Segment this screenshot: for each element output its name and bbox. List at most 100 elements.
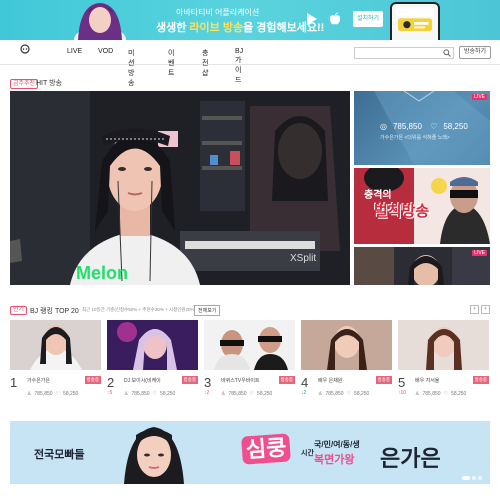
views-icon: ♙ bbox=[318, 391, 323, 397]
rank-card[interactable]: 2 ↑5 DJ 보이시(비케이 방송중 ♙ 785,850 ♡ 58,250 bbox=[107, 320, 198, 400]
rank-card-thumbnail bbox=[10, 320, 101, 370]
rank-views: 785,850 bbox=[228, 391, 247, 397]
side1-views: 785,850 bbox=[392, 122, 422, 131]
rank-views: 785,850 bbox=[34, 391, 53, 397]
heart-icon: ♡ bbox=[249, 391, 255, 397]
nav-mission[interactable]: 미션방송 bbox=[128, 48, 134, 88]
rank-delta: ↑5 bbox=[107, 390, 113, 396]
heart-icon: ♡ bbox=[346, 391, 352, 397]
nav-event[interactable]: 이벤트 bbox=[168, 48, 174, 78]
views-icon: ♙ bbox=[415, 391, 420, 397]
rank-delta: ↑10 bbox=[398, 390, 407, 396]
rank-stats: ♙ 785,850 ♡ 58,250 bbox=[27, 391, 81, 397]
rank-number: 1 bbox=[10, 375, 18, 390]
ranking-title: BJ 랭킹 TOP 20 bbox=[30, 308, 79, 315]
next-arrow-icon[interactable]: › bbox=[481, 305, 490, 314]
on-air-badge: 방송중 bbox=[84, 376, 101, 384]
app-promo-banner[interactable]: 아바타티비 어플리케이션 생생한 라이브 방송을 경험해보세요!! 설치하기 bbox=[0, 0, 500, 40]
promo-girl-image bbox=[74, 3, 126, 40]
rank-card[interactable]: 5 ↑10 배우 지서율 방송중 ♙ 785,850 ♡ 58,250 bbox=[398, 320, 489, 400]
apple-icon[interactable] bbox=[328, 12, 342, 26]
side2-title1: 충격의 bbox=[364, 190, 392, 201]
heart-icon: ♡ bbox=[443, 391, 449, 397]
rank-stats: ♙ 785,850 ♡ 58,250 bbox=[318, 391, 372, 397]
pager-dot[interactable] bbox=[462, 476, 470, 480]
rank-delta: ↑2 bbox=[204, 390, 210, 396]
side1-caption: 가수은가은 <더위를 식혀줄 노래> bbox=[380, 135, 450, 141]
ranking-header: 인기 BJ 랭킹 TOP 20 최근 10일간 기준(신청수50% + 추천수3… bbox=[10, 304, 490, 318]
main-hit-video[interactable]: XSplit Melon bbox=[10, 91, 350, 285]
eye-icon: ◎ bbox=[380, 122, 387, 131]
nav-shop[interactable]: 충전샵 bbox=[202, 48, 208, 78]
avatatv-logo-icon[interactable] bbox=[14, 44, 44, 62]
banner-sub: 복면가왕 bbox=[314, 454, 355, 466]
bj-name: 배우 지서율 bbox=[415, 378, 440, 384]
on-air-badge: 방송중 bbox=[472, 376, 489, 384]
search-input[interactable] bbox=[354, 47, 454, 59]
rank-views: 785,850 bbox=[131, 391, 150, 397]
heart-icon: ♡ bbox=[55, 391, 61, 397]
side1-likes: 58,250 bbox=[443, 122, 468, 131]
promo-line1: 아바타티비 어플리케이션 bbox=[176, 8, 260, 17]
phone-mockup-image bbox=[390, 2, 440, 40]
views-icon: ♙ bbox=[124, 391, 129, 397]
rank-card-thumbnail bbox=[398, 320, 489, 370]
nav-bj-guide[interactable]: BJ가이드 bbox=[235, 48, 243, 85]
rank-likes: 58,250 bbox=[257, 391, 273, 397]
prev-arrow-icon[interactable]: ‹ bbox=[470, 305, 479, 314]
search-icon[interactable] bbox=[443, 49, 451, 57]
google-play-icon[interactable] bbox=[305, 12, 319, 26]
view-all-button[interactable]: 전체보기 bbox=[194, 305, 221, 316]
rank-likes: 58,250 bbox=[63, 391, 79, 397]
rank-number: 5 bbox=[398, 375, 406, 390]
rank-card[interactable]: 4 ↓2 배우 은채원 방송중 ♙ 785,850 ♡ 58,250 bbox=[301, 320, 392, 400]
rank-card[interactable]: 1 가수은가은 방송중 ♙ 785,850 ♡ 58,250 bbox=[10, 320, 101, 400]
promo-banner-bottom[interactable]: 전국모빠들 심쿵 시간 국/민/여/동/생 복면가왕 은가은 bbox=[10, 421, 490, 484]
bj-name: 가수은가은 bbox=[27, 378, 51, 384]
ranking-desc: 최근 10일간 기준(신청수50% + 추천수30% + 시청인원20%) bbox=[82, 307, 197, 312]
rank-likes: 58,250 bbox=[451, 391, 467, 397]
side2-title2: 벌칙방송 bbox=[374, 203, 430, 220]
rank-number: 3 bbox=[204, 375, 212, 390]
pager-dot[interactable] bbox=[478, 476, 482, 480]
on-air-badge: 방송중 bbox=[278, 376, 295, 384]
ranking-tag: 인기 bbox=[10, 306, 28, 315]
side-video-2[interactable]: 충격의 벌칙방송 bbox=[354, 168, 490, 244]
rank-likes: 58,250 bbox=[354, 391, 370, 397]
rank-stats: ♙ 785,850 ♡ 58,250 bbox=[221, 391, 275, 397]
install-button[interactable]: 설치하기 bbox=[353, 11, 383, 27]
banner-tags: 국/민/여/동/생 bbox=[314, 440, 360, 449]
banner-sigan: 시간 bbox=[301, 450, 314, 457]
on-air-badge: 방송중 bbox=[375, 376, 392, 384]
rank-views: 785,850 bbox=[422, 391, 441, 397]
views-icon: ♙ bbox=[27, 391, 32, 397]
live-badge: LIVE bbox=[472, 250, 487, 256]
banner-singkung: 심쿵 bbox=[241, 433, 292, 465]
rank-card-thumbnail bbox=[301, 320, 392, 370]
bj-name: DJ 보이시(비케이 bbox=[124, 378, 161, 384]
live-badge: LIVE bbox=[472, 94, 487, 100]
rank-card-thumbnail bbox=[107, 320, 198, 370]
melon-watermark: Melon bbox=[76, 263, 128, 283]
hit-title: HIT 방송 bbox=[36, 80, 62, 87]
nav-live[interactable]: LIVE bbox=[67, 48, 82, 55]
main-video-thumbnail: XSplit bbox=[10, 91, 350, 285]
rank-delta: ↓2 bbox=[301, 390, 307, 396]
rank-card[interactable]: 3 ↑2 바퀴스TV우바이트 방송중 ♙ 785,850 ♡ 58,250 bbox=[204, 320, 295, 400]
promo-line2: 생생한 라이브 방송을 경험해보세요!! bbox=[156, 22, 325, 34]
rank-number: 4 bbox=[301, 375, 309, 390]
ranking-arrows: ‹ › bbox=[470, 305, 490, 314]
rank-likes: 58,250 bbox=[160, 391, 176, 397]
rank-stats: ♙ 785,850 ♡ 58,250 bbox=[415, 391, 469, 397]
banner-pager bbox=[462, 476, 482, 480]
banner-left-text: 전국모빠들 bbox=[34, 449, 85, 461]
rank-stats: ♙ 785,850 ♡ 58,250 bbox=[124, 391, 178, 397]
banner-name: 은가은 bbox=[380, 446, 441, 471]
bj-name: 바퀴스TV우바이트 bbox=[221, 378, 260, 384]
on-air-badge: 방송중 bbox=[181, 376, 198, 384]
nav-vod[interactable]: VOD bbox=[98, 48, 113, 55]
side-video-1[interactable]: LIVE ◎ 785,850 ♡ 58,250 가수은가은 <더위를 식혀줄 노래> bbox=[354, 91, 490, 165]
side-video-3[interactable]: LIVE bbox=[354, 247, 490, 285]
pager-dot[interactable] bbox=[472, 476, 476, 480]
start-broadcast-button[interactable]: 방송하기 bbox=[459, 46, 491, 59]
